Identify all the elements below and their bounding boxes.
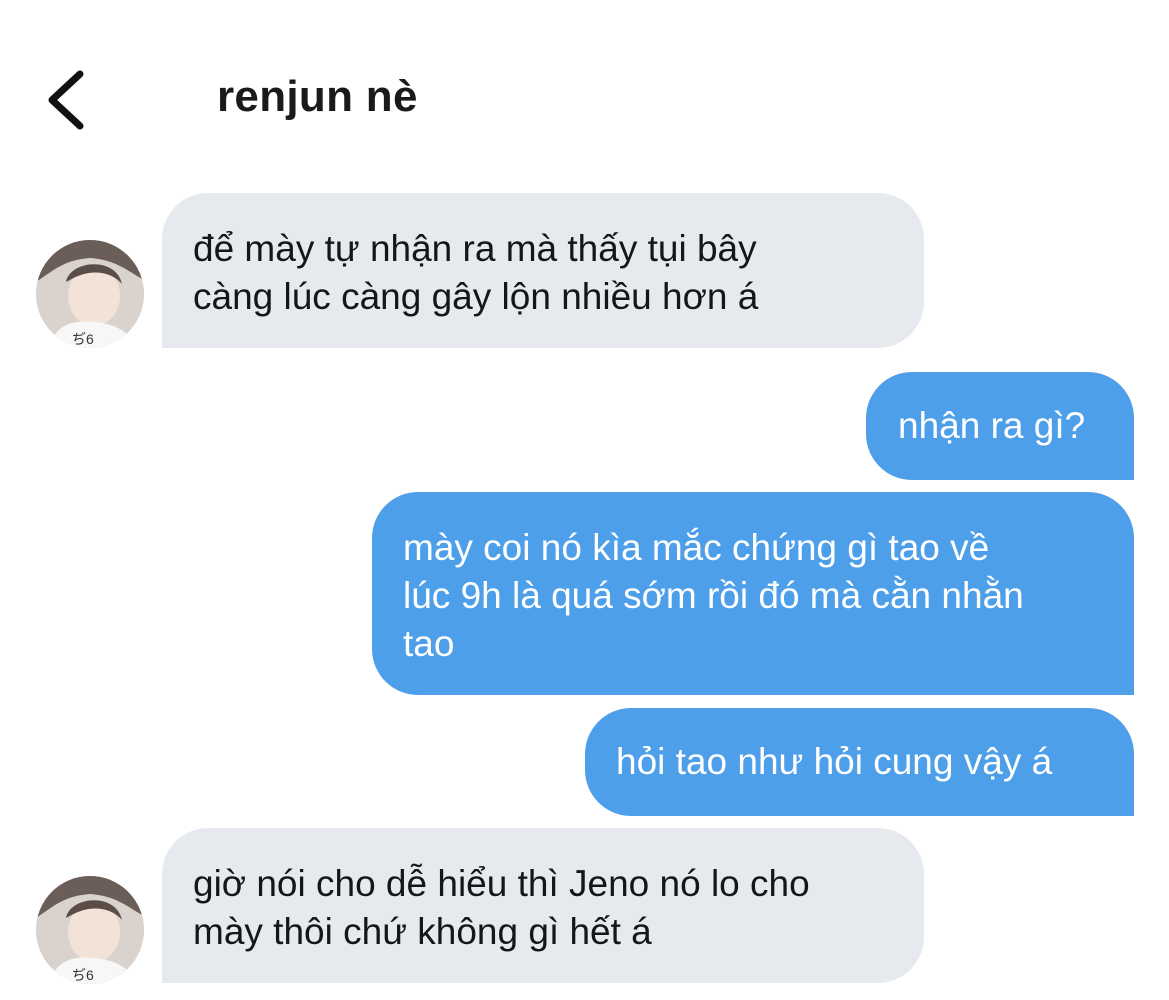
chevron-left-icon <box>40 66 96 134</box>
svg-text:ぢ6: ぢ6 <box>72 967 94 983</box>
back-button[interactable] <box>40 66 96 134</box>
avatar[interactable]: ぢ6 <box>36 876 144 984</box>
message-bubble-outgoing: hỏi tao như hỏi cung vậy á <box>585 708 1134 816</box>
message-bubble-outgoing: nhận ra gì? <box>866 372 1134 480</box>
avatar[interactable]: ぢ6 <box>36 240 144 348</box>
message-bubble-incoming: để mày tự nhận ra mà thấy tụi bây càng l… <box>162 193 924 348</box>
conversation-title: renjun nè <box>217 72 418 121</box>
message-bubble-outgoing: mày coi nó kìa mắc chứng gì tao về lúc 9… <box>372 492 1134 695</box>
message-bubble-incoming: giờ nói cho dễ hiểu thì Jeno nó lo cho m… <box>162 828 924 983</box>
chat-header: renjun nè <box>0 0 1169 170</box>
svg-text:ぢ6: ぢ6 <box>72 331 94 347</box>
